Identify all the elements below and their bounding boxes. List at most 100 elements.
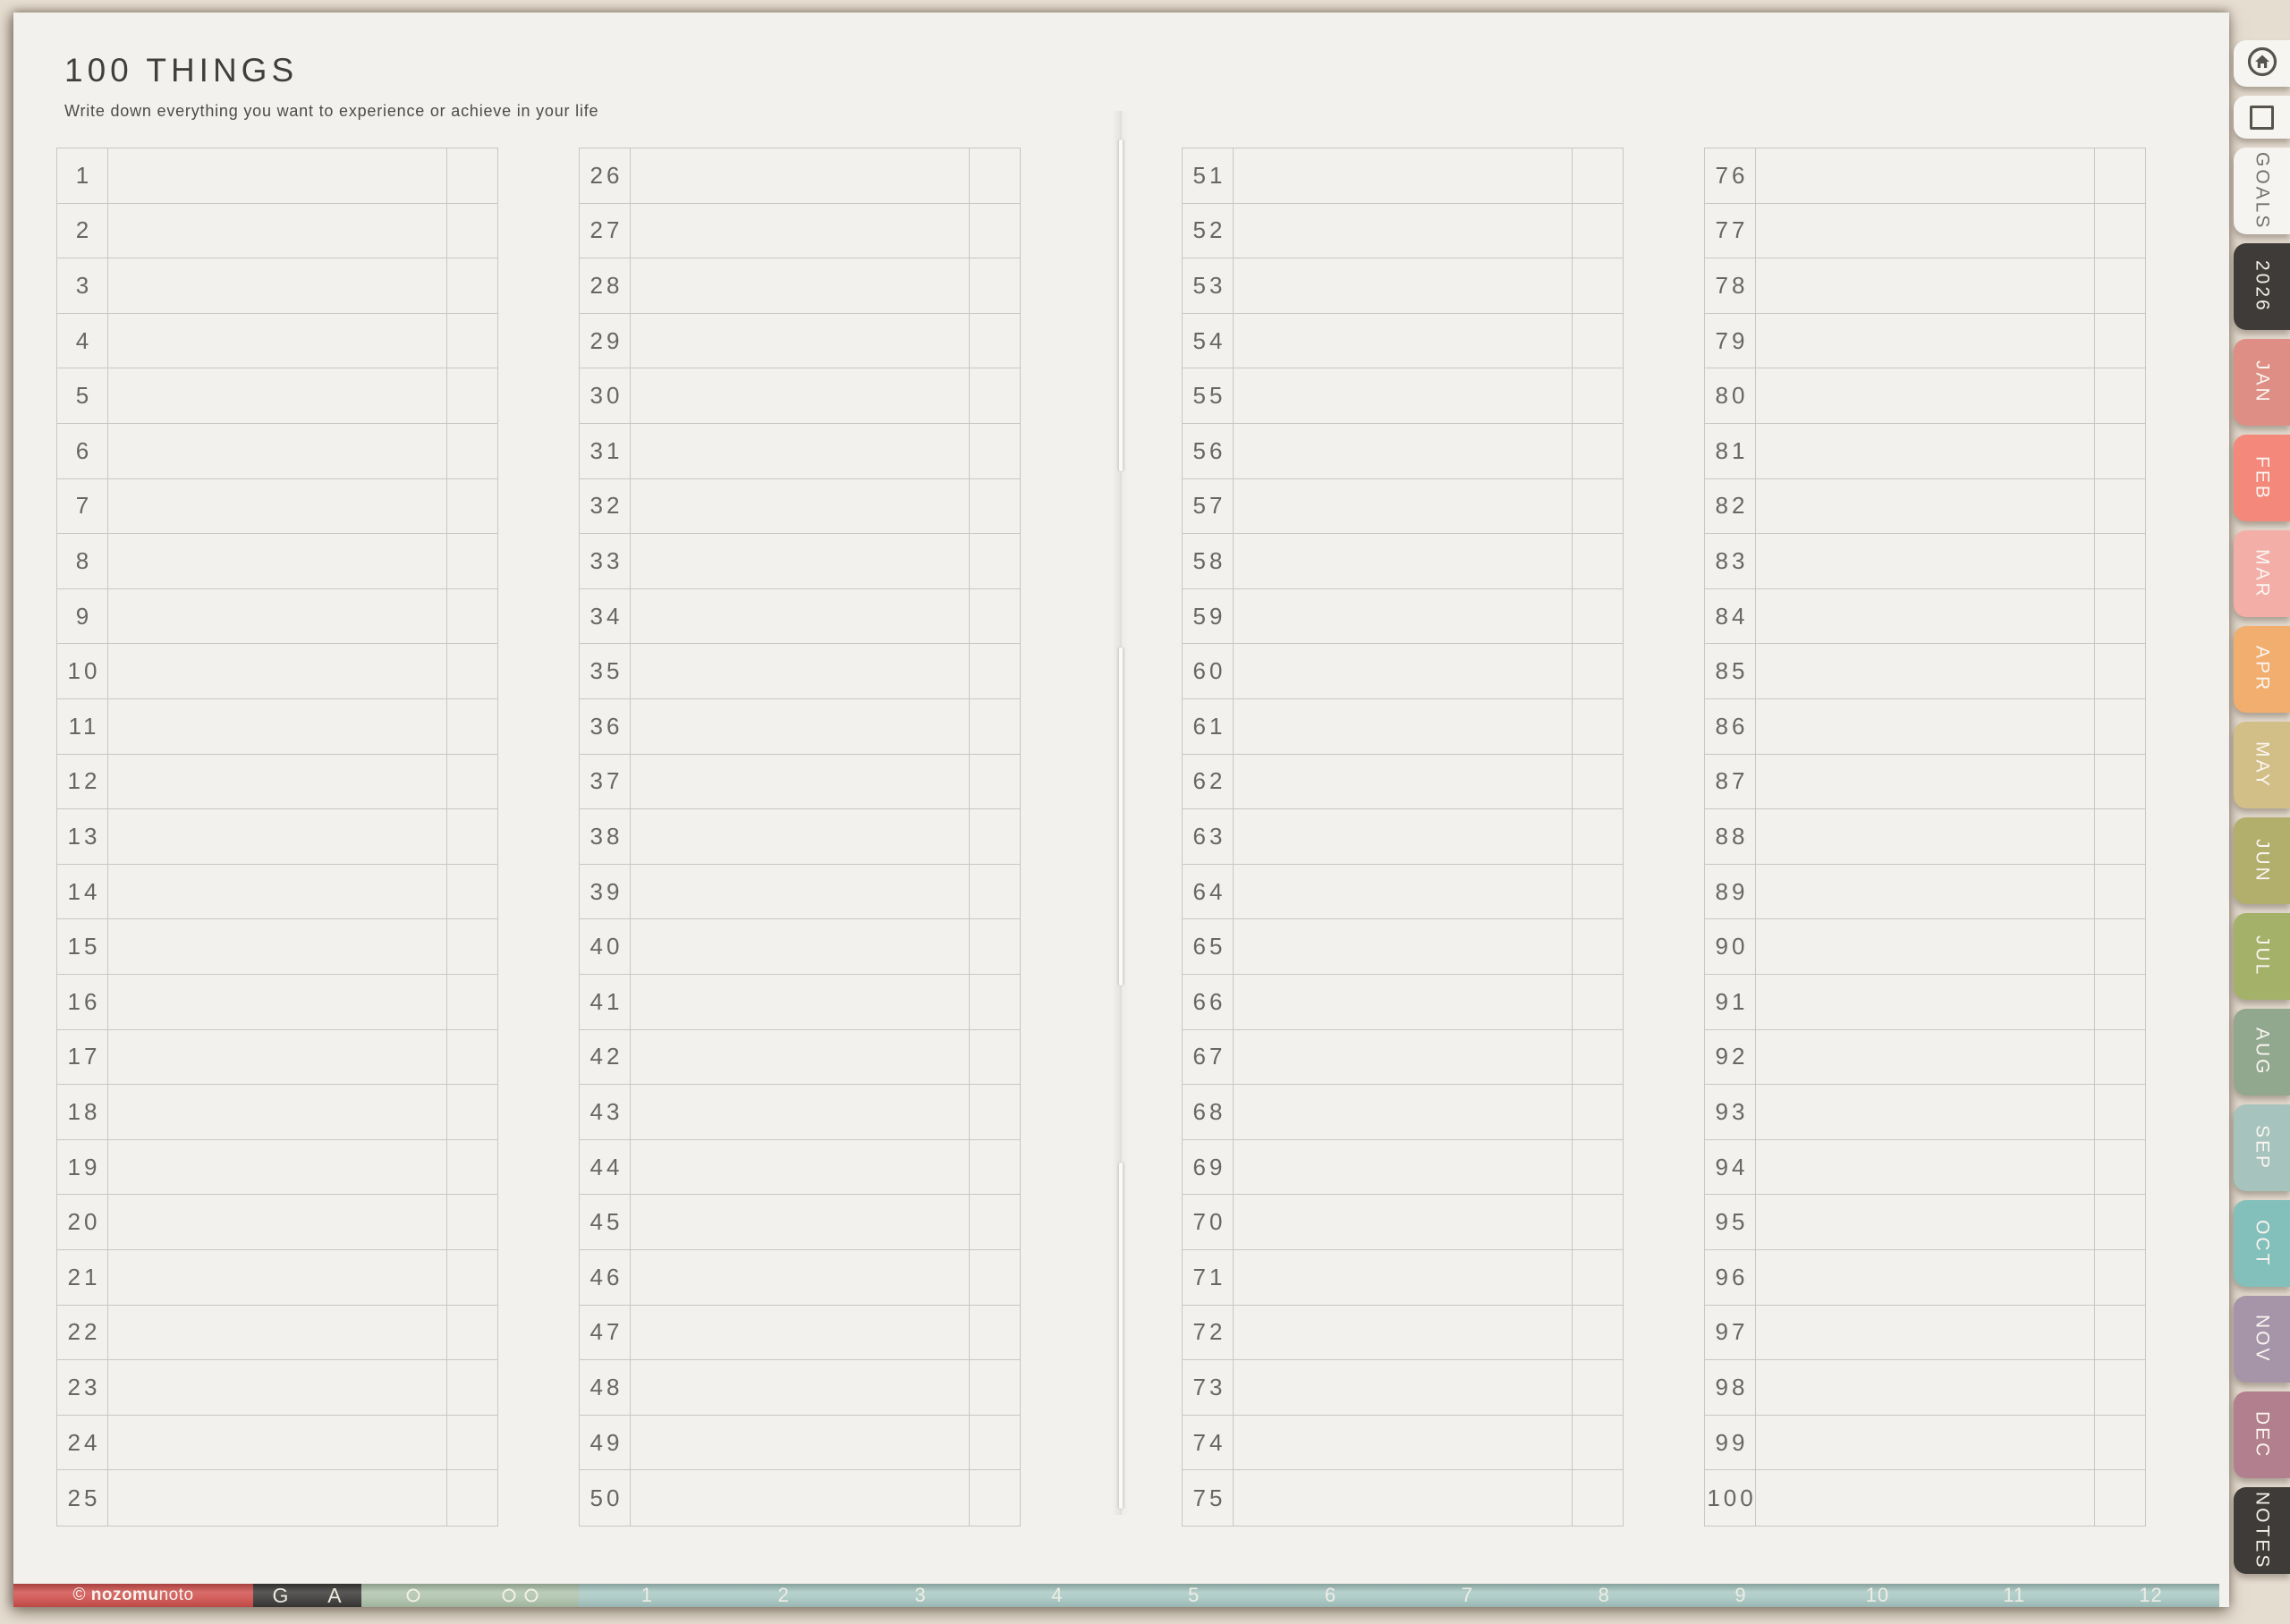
row-entry-field[interactable] [108,368,446,423]
row-check-cell[interactable] [2094,1305,2145,1360]
row-check-cell[interactable] [969,1360,1020,1415]
row-check-cell[interactable] [1572,1305,1623,1360]
row-check-cell[interactable] [969,423,1020,478]
row-check-cell[interactable] [2094,1029,2145,1085]
row-entry-field[interactable] [1234,1085,1572,1139]
month-link-10[interactable]: 10 [1809,1584,1946,1607]
row-check-cell[interactable] [969,203,1020,258]
row-entry-field[interactable] [1756,1195,2094,1249]
row-check-cell[interactable] [446,1415,497,1470]
row-entry-field[interactable] [108,479,446,534]
row-entry-field[interactable] [1234,919,1572,974]
row-check-cell[interactable] [1572,1195,1623,1249]
row-check-cell[interactable] [1572,754,1623,809]
row-entry-field[interactable] [1756,204,2094,258]
row-check-cell[interactable] [446,1029,497,1085]
row-entry-field[interactable] [1234,204,1572,258]
row-check-cell[interactable] [446,1085,497,1139]
row-check-cell[interactable] [1572,974,1623,1029]
row-entry-field[interactable] [1234,1030,1572,1085]
row-check-cell[interactable] [446,1139,497,1195]
month-link-11[interactable]: 11 [1946,1584,2082,1607]
page-view-tab[interactable] [2234,96,2290,139]
row-entry-field[interactable] [108,865,446,919]
row-entry-field[interactable] [108,1085,446,1139]
month-link-6[interactable]: 6 [1262,1584,1399,1607]
row-entry-field[interactable] [631,1306,969,1360]
row-entry-field[interactable] [631,204,969,258]
row-check-cell[interactable] [2094,203,2145,258]
row-check-cell[interactable] [969,864,1020,919]
row-check-cell[interactable] [446,864,497,919]
row-entry-field[interactable] [1756,1085,2094,1139]
row-check-cell[interactable] [969,1029,1020,1085]
row-check-cell[interactable] [1572,588,1623,644]
row-entry-field[interactable] [631,148,969,203]
tab-notes[interactable]: NOTES [2234,1487,2290,1574]
row-entry-field[interactable] [108,589,446,644]
row-entry-field[interactable] [108,809,446,864]
row-entry-field[interactable] [631,1416,969,1470]
row-entry-field[interactable] [1756,865,2094,919]
row-entry-field[interactable] [631,1360,969,1415]
row-check-cell[interactable] [2094,258,2145,313]
row-check-cell[interactable] [2094,534,2145,588]
tab-goals[interactable]: GOALS [2234,148,2290,234]
row-check-cell[interactable] [1572,203,1623,258]
month-link-3[interactable]: 3 [852,1584,989,1607]
row-entry-field[interactable] [631,644,969,698]
month-link-9[interactable]: 9 [1673,1584,1810,1607]
row-check-cell[interactable] [2094,1139,2145,1195]
row-entry-field[interactable] [1234,699,1572,754]
tab-mar[interactable]: MAR [2234,530,2290,617]
row-entry-field[interactable] [1756,1416,2094,1470]
row-check-cell[interactable] [969,1415,1020,1470]
month-link-2[interactable]: 2 [716,1584,852,1607]
row-entry-field[interactable] [1756,919,2094,974]
month-link-4[interactable]: 4 [988,1584,1125,1607]
row-entry-field[interactable] [108,534,446,588]
row-check-cell[interactable] [969,258,1020,313]
row-check-cell[interactable] [2094,809,2145,864]
month-link-7[interactable]: 7 [1399,1584,1536,1607]
row-check-cell[interactable] [969,588,1020,644]
row-entry-field[interactable] [108,148,446,203]
row-check-cell[interactable] [2094,698,2145,754]
nav-goals-link[interactable]: G [272,1584,289,1608]
row-entry-field[interactable] [1234,148,1572,203]
tab-nov[interactable]: NOV [2234,1296,2290,1383]
month-link-1[interactable]: 1 [579,1584,716,1607]
row-check-cell[interactable] [969,534,1020,588]
tab-may[interactable]: MAY [2234,722,2290,808]
row-check-cell[interactable] [969,974,1020,1029]
row-entry-field[interactable] [631,534,969,588]
row-entry-field[interactable] [108,314,446,368]
row-check-cell[interactable] [446,698,497,754]
row-check-cell[interactable] [969,1085,1020,1139]
row-entry-field[interactable] [1234,1306,1572,1360]
row-check-cell[interactable] [2094,1470,2145,1526]
row-check-cell[interactable] [446,203,497,258]
row-entry-field[interactable] [108,755,446,809]
row-entry-field[interactable] [1756,1250,2094,1305]
row-check-cell[interactable] [446,1360,497,1415]
row-entry-field[interactable] [1756,148,2094,203]
row-check-cell[interactable] [446,974,497,1029]
row-check-cell[interactable] [1572,864,1623,919]
tab-oct[interactable]: OCT [2234,1200,2290,1287]
row-entry-field[interactable] [108,1195,446,1249]
row-entry-field[interactable] [631,919,969,974]
row-entry-field[interactable] [108,1250,446,1305]
row-entry-field[interactable] [1234,424,1572,478]
row-check-cell[interactable] [969,1195,1020,1249]
row-check-cell[interactable] [1572,368,1623,423]
nav-annual-link[interactable]: A [327,1584,342,1608]
month-link-12[interactable]: 12 [2082,1584,2219,1607]
row-entry-field[interactable] [1756,314,2094,368]
home-tab[interactable] [2234,40,2290,87]
row-entry-field[interactable] [1234,534,1572,588]
row-check-cell[interactable] [2094,313,2145,368]
row-entry-field[interactable] [1756,424,2094,478]
tab-jul[interactable]: JUL [2234,913,2290,1000]
row-entry-field[interactable] [1234,975,1572,1029]
